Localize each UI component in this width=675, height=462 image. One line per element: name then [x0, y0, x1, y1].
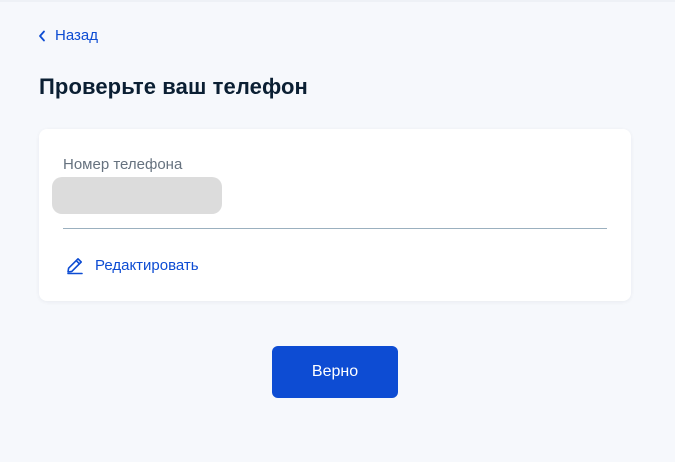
confirm-button[interactable]: Верно — [272, 346, 398, 398]
back-link-label: Назад — [55, 27, 98, 44]
phone-number-masked — [52, 177, 222, 214]
phone-field-underline — [63, 228, 607, 229]
phone-card: Номер телефона Редактировать — [39, 129, 631, 301]
top-divider — [0, 0, 675, 2]
page-title: Проверьте ваш телефон — [39, 74, 308, 99]
back-link[interactable]: Назад — [38, 27, 98, 44]
pencil-icon — [67, 258, 83, 275]
phone-field-label: Номер телефона — [63, 156, 183, 173]
chevron-left-icon — [39, 30, 45, 41]
edit-phone-link[interactable]: Редактировать — [65, 255, 199, 275]
edit-phone-label: Редактировать — [95, 256, 199, 274]
